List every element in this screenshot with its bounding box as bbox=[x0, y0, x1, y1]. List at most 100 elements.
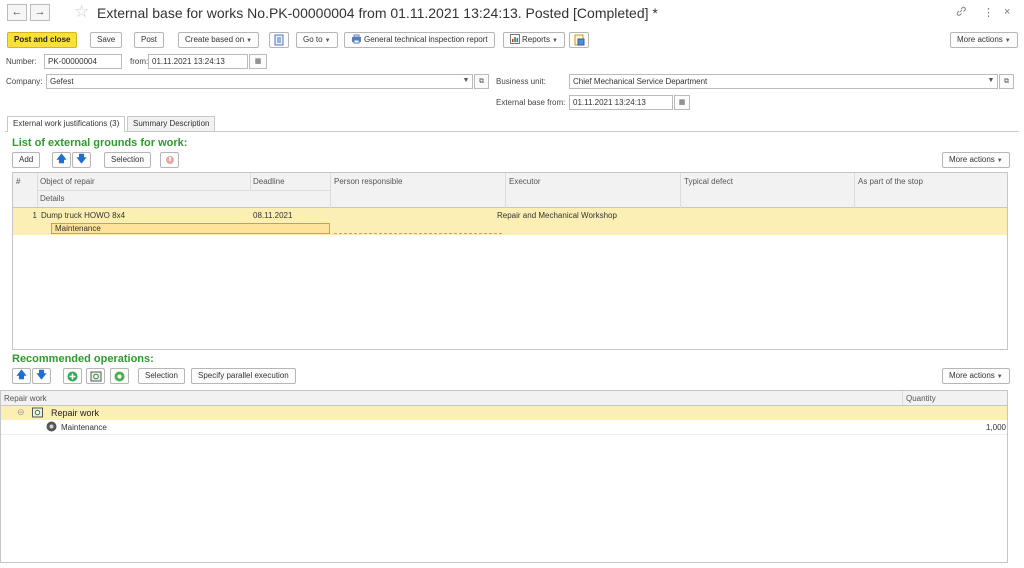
ops-move-up-button[interactable]: 🡅 bbox=[12, 368, 31, 384]
collapse-toggle-icon[interactable]: ⊖ bbox=[17, 407, 25, 418]
col-divider bbox=[902, 391, 903, 405]
menu-dots-icon[interactable]: ⋮ bbox=[983, 6, 994, 19]
back-button[interactable]: ← bbox=[7, 4, 27, 21]
row-details-field[interactable]: Maintenance bbox=[51, 223, 330, 234]
go-to-label: Go to bbox=[303, 35, 323, 44]
go-to-button[interactable]: Go to ▼ bbox=[296, 32, 338, 48]
plus-circle-icon bbox=[67, 371, 78, 382]
from-date-field[interactable]: 01.11.2021 13:24:13 bbox=[148, 54, 248, 69]
col-defect-header[interactable]: Typical defect bbox=[684, 177, 733, 186]
arrow-up-icon: 🡅 bbox=[16, 370, 27, 381]
save-button[interactable]: Save bbox=[90, 32, 123, 48]
gear-icon bbox=[114, 371, 125, 382]
ops-selection-button[interactable]: Selection bbox=[138, 368, 185, 384]
chevron-down-icon: ▼ bbox=[996, 158, 1003, 164]
company-dropdown-icon[interactable]: ▼ bbox=[459, 74, 473, 89]
ops-move-down-button[interactable]: 🡇 bbox=[32, 368, 51, 384]
more-actions-button[interactable]: More actions ▼ bbox=[950, 32, 1018, 48]
external-base-label: External base from: bbox=[496, 98, 566, 107]
maintenance-gear-icon bbox=[46, 421, 57, 434]
col-divider bbox=[37, 173, 38, 207]
grounds-more-actions-label: More actions bbox=[949, 155, 995, 164]
tab-summary-description[interactable]: Summary Description bbox=[127, 116, 216, 131]
post-button[interactable]: Post bbox=[134, 32, 165, 48]
chevron-down-icon: ▼ bbox=[324, 38, 331, 44]
number-field[interactable]: PK-00000004 bbox=[44, 54, 122, 69]
grounds-table: # Object of repair Details Deadline Pers… bbox=[12, 172, 1008, 350]
add-group-button[interactable] bbox=[86, 368, 105, 384]
printer-icon bbox=[352, 34, 361, 44]
arrow-down-icon: 🡇 bbox=[36, 370, 47, 381]
close-icon[interactable]: × bbox=[1004, 6, 1010, 18]
favorite-star-icon[interactable]: ☆ bbox=[74, 3, 89, 20]
operation-quantity[interactable]: 1,000 bbox=[961, 423, 1006, 432]
grounds-section-title: List of external grounds for work: bbox=[12, 137, 188, 149]
create-based-on-label: Create based on bbox=[185, 35, 245, 44]
ops-more-actions-button[interactable]: More actions ▼ bbox=[942, 368, 1010, 384]
arrow-up-icon: 🡅 bbox=[56, 154, 67, 165]
col-details-header[interactable]: Details bbox=[40, 194, 64, 203]
row-person-field[interactable] bbox=[334, 233, 502, 234]
reports-button[interactable]: Reports ▼ bbox=[503, 32, 565, 48]
add-operation-button[interactable] bbox=[63, 368, 82, 384]
move-down-button[interactable]: 🡇 bbox=[72, 152, 91, 168]
col-quantity-header[interactable]: Quantity bbox=[906, 394, 936, 403]
add-operation-item-button[interactable] bbox=[110, 368, 129, 384]
operations-table: Repair work Quantity ⊖ Repair work Maint… bbox=[0, 390, 1008, 563]
col-deadline-header[interactable]: Deadline bbox=[253, 177, 285, 186]
chevron-down-icon: ▼ bbox=[552, 38, 558, 44]
operation-label[interactable]: Maintenance bbox=[61, 423, 107, 432]
from-label: from: bbox=[130, 57, 149, 66]
attachments-button[interactable] bbox=[569, 32, 589, 48]
col-object-header[interactable]: Object of repair bbox=[40, 177, 95, 186]
company-open-icon[interactable]: ⧉ bbox=[474, 74, 489, 89]
general-report-button[interactable]: General technical inspection report bbox=[344, 32, 495, 48]
business-unit-field[interactable]: Chief Mechanical Service Department bbox=[569, 74, 998, 89]
ops-more-actions-label: More actions bbox=[949, 371, 995, 380]
row-number: 1 bbox=[32, 211, 37, 220]
col-stop-header[interactable]: As part of the stop bbox=[858, 177, 923, 186]
page-title: External base for works No.PK-00000004 f… bbox=[97, 5, 658, 21]
document-list-icon bbox=[274, 34, 284, 46]
tab-external-work-justifications[interactable]: External work justifications (3) bbox=[7, 116, 126, 132]
grounds-selection-button[interactable]: Selection bbox=[104, 152, 151, 168]
defect-marker-button[interactable] bbox=[160, 152, 179, 168]
defect-marker-icon bbox=[165, 156, 174, 164]
group-row[interactable] bbox=[1, 406, 1007, 420]
col-divider bbox=[250, 173, 251, 190]
grounds-more-actions-button[interactable]: More actions ▼ bbox=[942, 152, 1010, 168]
chevron-down-icon: ▼ bbox=[1004, 38, 1011, 44]
calendar-icon[interactable]: ▦ bbox=[674, 95, 690, 110]
company-field[interactable]: Gefest bbox=[46, 74, 473, 89]
chevron-down-icon: ▼ bbox=[996, 374, 1003, 380]
header-subdivider bbox=[37, 190, 330, 191]
col-number-header: # bbox=[16, 177, 21, 186]
operations-table-header bbox=[1, 391, 1007, 405]
attachments-icon bbox=[574, 34, 584, 46]
add-button[interactable]: Add bbox=[12, 152, 41, 168]
reports-icon bbox=[510, 34, 520, 44]
document-list-button[interactable] bbox=[269, 32, 289, 48]
folder-icon bbox=[32, 407, 43, 420]
move-up-button[interactable]: 🡅 bbox=[52, 152, 71, 168]
row-deadline[interactable]: 08.11.2021 bbox=[253, 211, 292, 220]
tab-divider bbox=[5, 131, 1019, 132]
general-report-label: General technical inspection report bbox=[364, 35, 488, 44]
forward-button[interactable]: → bbox=[30, 4, 50, 21]
row-object[interactable]: Dump truck HOWO 8x4 bbox=[41, 211, 125, 220]
calendar-icon[interactable]: ▦ bbox=[249, 54, 267, 69]
number-label: Number: bbox=[6, 57, 37, 66]
specify-parallel-execution-button[interactable]: Specify parallel execution bbox=[191, 368, 296, 384]
link-icon[interactable] bbox=[955, 5, 967, 20]
external-base-date-field[interactable]: 01.11.2021 13:24:13 bbox=[569, 95, 673, 110]
company-label: Company: bbox=[6, 77, 43, 86]
post-and-close-button[interactable]: Post and close bbox=[7, 32, 78, 48]
create-based-on-button[interactable]: Create based on ▼ bbox=[178, 32, 260, 48]
reports-label: Reports bbox=[522, 35, 551, 44]
col-repair-work-header[interactable]: Repair work bbox=[4, 394, 47, 403]
col-person-header[interactable]: Person responsible bbox=[334, 177, 402, 186]
business-unit-open-icon[interactable]: ⧉ bbox=[999, 74, 1014, 89]
col-executor-header[interactable]: Executor bbox=[509, 177, 541, 186]
row-executor[interactable]: Repair and Mechanical Workshop bbox=[497, 211, 617, 220]
business-unit-dropdown-icon[interactable]: ▼ bbox=[984, 74, 998, 89]
